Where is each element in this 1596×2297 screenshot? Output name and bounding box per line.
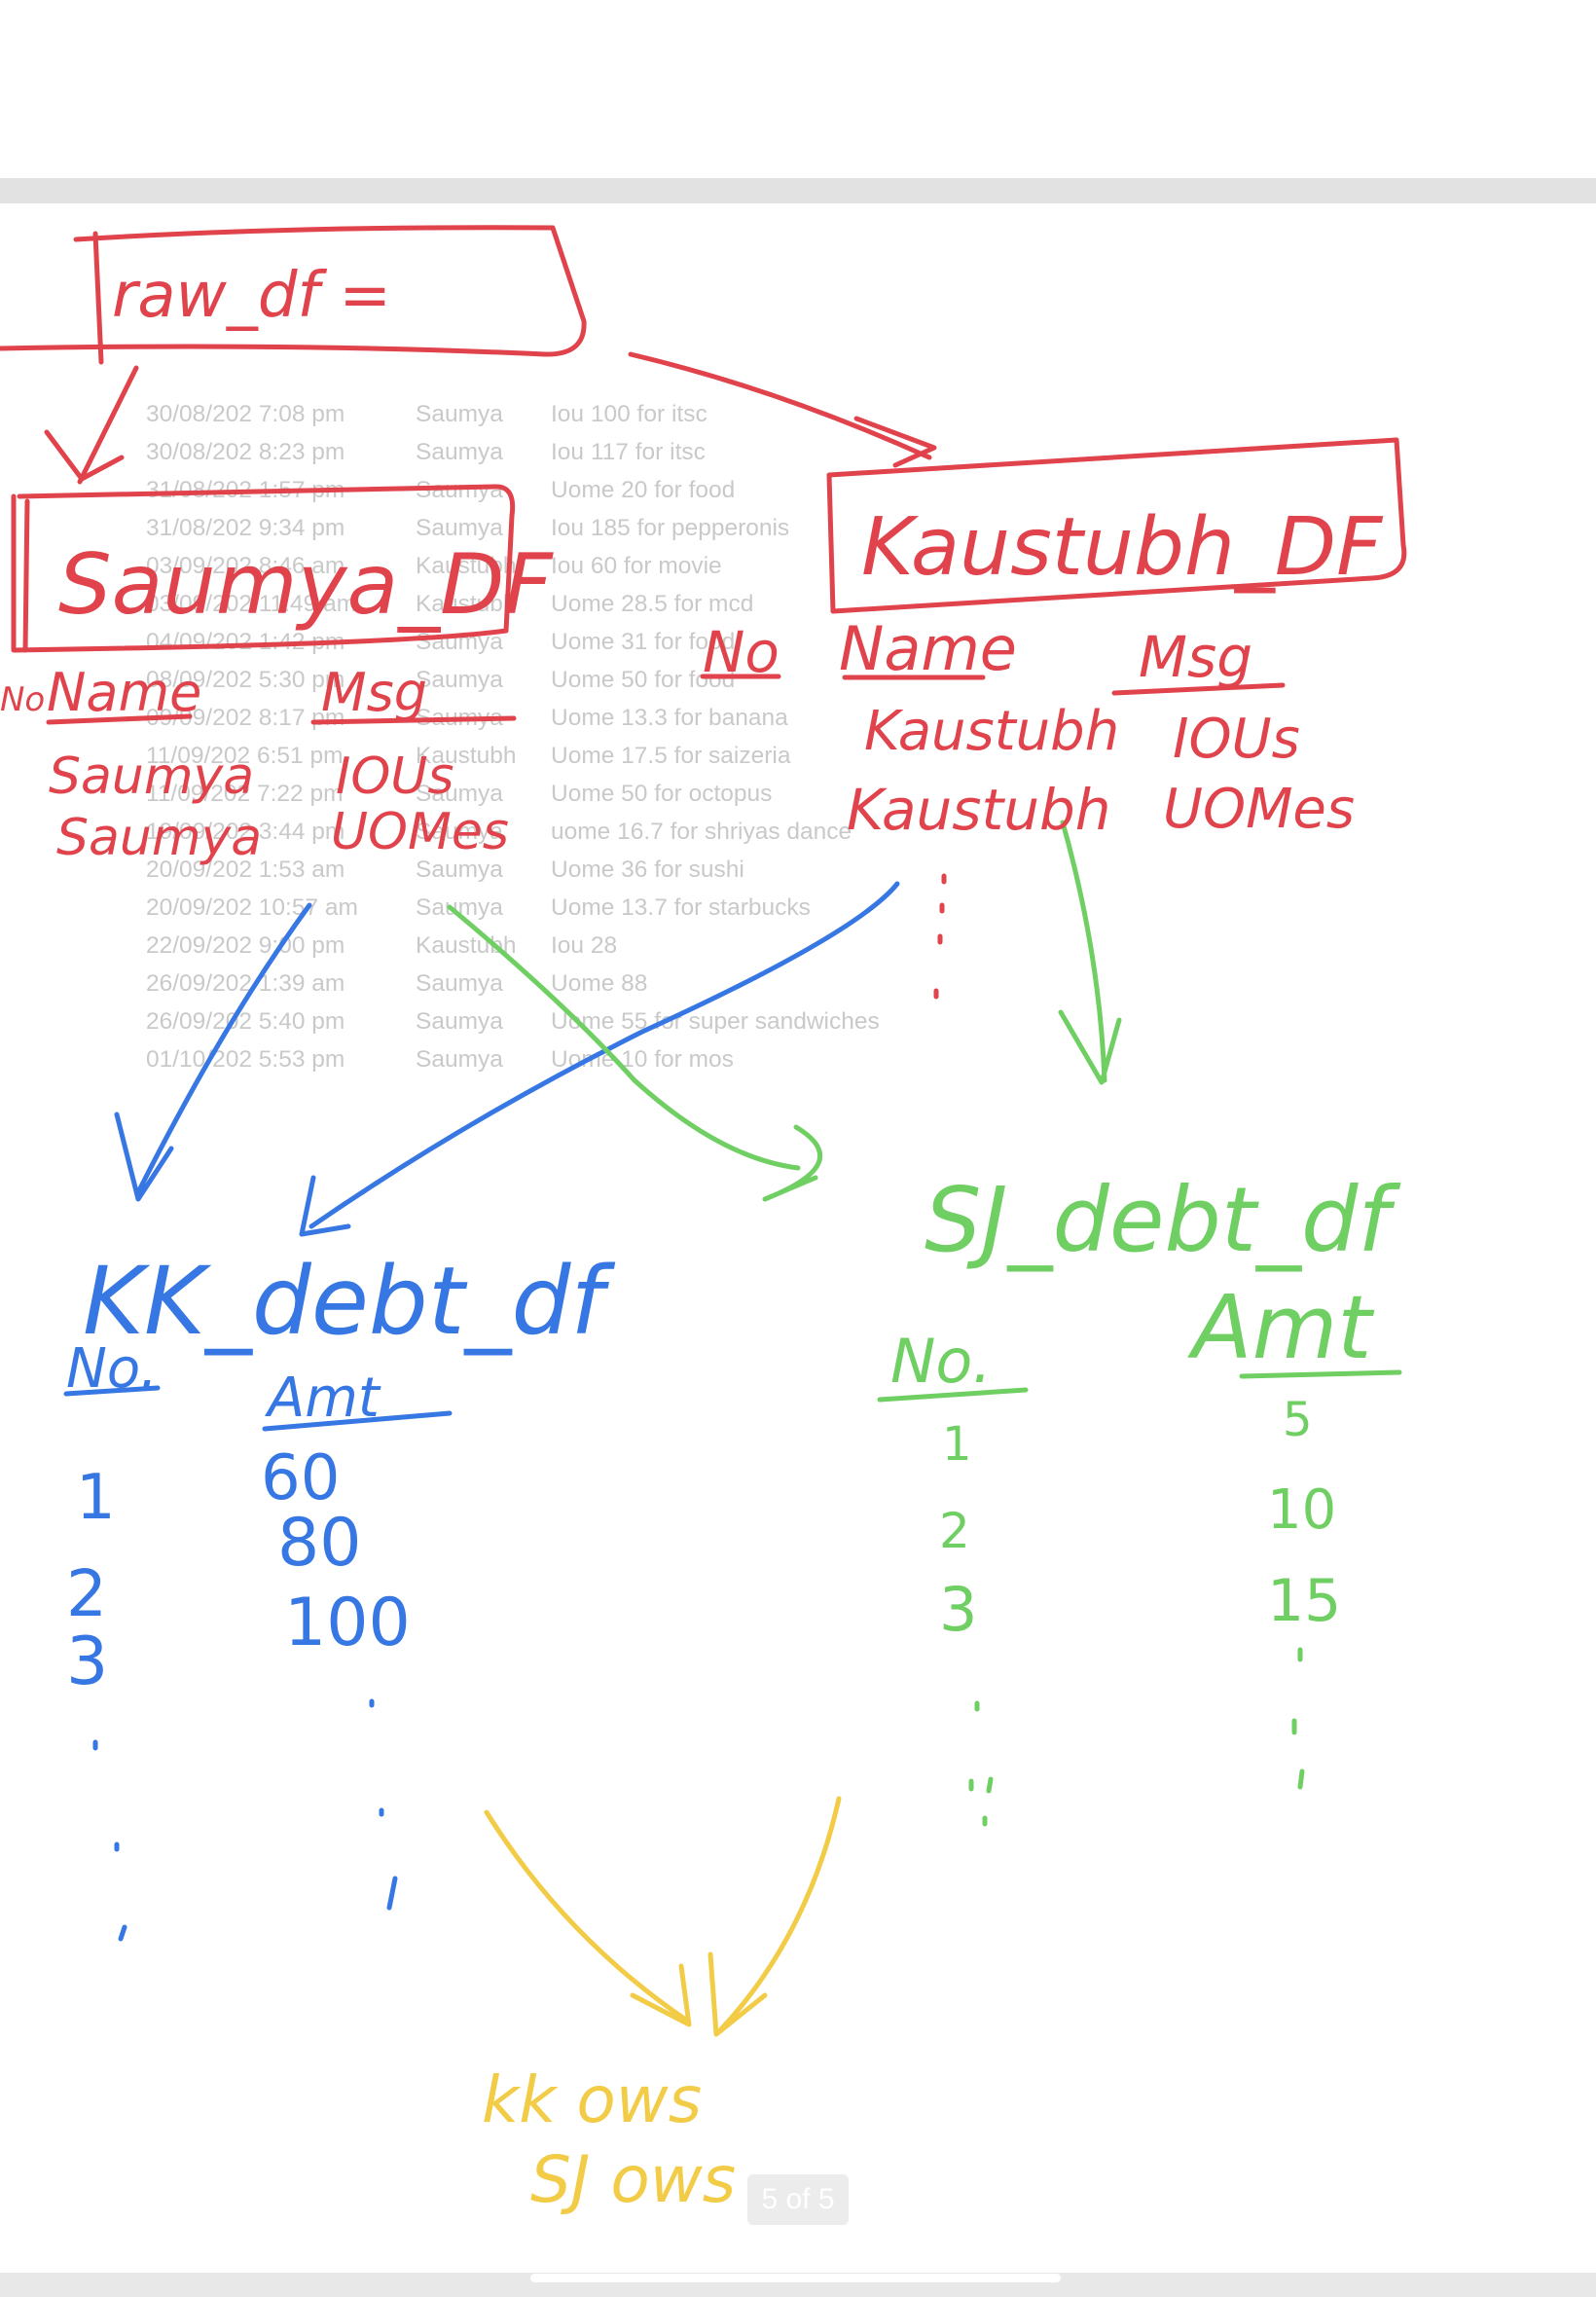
sj-debt-df-label: SJ_debt_df (925, 1168, 1400, 1272)
raw-df-box-left-bar (92, 231, 104, 365)
kaustubh-row2-msg: UOMes (1163, 778, 1355, 841)
kk-dots (92, 1698, 398, 1942)
sj-row3-no: 3 (939, 1574, 977, 1645)
saumya-row2-msg: UOMes (331, 803, 509, 861)
arrow-kaustubh-to-sj (1058, 820, 1122, 1085)
arrow-to-kaustubh-df (628, 351, 937, 468)
home-indicator[interactable] (530, 2274, 1061, 2282)
page-indicator-badge: 5 of 5 (747, 2174, 849, 2225)
sj-row1-amt: 5 (1283, 1393, 1313, 1447)
kk-row1-amt: 60 (261, 1442, 340, 1514)
kk-no-header: No. (66, 1337, 158, 1401)
sj-row1-no: 1 (942, 1417, 972, 1472)
kaustubh-df-label: Kaustubh_DF (861, 501, 1384, 594)
arrow-saumya-to-kk (114, 902, 312, 1202)
saumya-df-label: Saumya_DF (58, 536, 554, 634)
saumya-no-header: No (0, 680, 45, 719)
kaustubh-msg-header: Msg (1139, 624, 1252, 690)
sj-dots (968, 1647, 1305, 1827)
arrow-saumya-to-sj (447, 904, 823, 1202)
kk-row3-no: 3 (66, 1623, 108, 1700)
kaustubh-no-header: No (703, 619, 780, 685)
kk-debt-df-label: KK_debt_df (83, 1247, 615, 1356)
arrow-sj-to-result (707, 1796, 842, 2037)
arrow-to-saumya-df (44, 365, 139, 485)
kk-row2-amt: 80 (277, 1505, 362, 1582)
saumya-df-box-bar (22, 498, 30, 653)
kaustubh-row1-msg: IOUs (1173, 708, 1300, 771)
handwritten-annotations: raw_df = Saumya_DF No Name Msg Saumya IO… (0, 225, 1407, 2217)
sj-row2-amt: 10 (1267, 1478, 1336, 1542)
saumya-msg-header: Msg (321, 662, 427, 723)
saumya-row2-name: Saumya (56, 809, 262, 867)
raw-df-label: raw_df = (112, 260, 391, 332)
saumya-row1-name: Saumya (49, 747, 254, 806)
kaustubh-name-header: Name (839, 613, 1017, 684)
result-line-kk-ows: kk ows (482, 2062, 702, 2137)
kk-row2-no: 2 (66, 1556, 107, 1631)
kk-row1-no: 1 (76, 1462, 116, 1534)
saumya-name-header: Name (47, 662, 201, 723)
result-line-sj-ows: SJ ows (530, 2142, 736, 2217)
kk-row3-amt: 100 (284, 1585, 411, 1661)
arrow-kk-to-result (484, 1809, 692, 2027)
sj-amt-header: Amt (1187, 1277, 1375, 1379)
saumya-row1-msg: IOUs (336, 747, 453, 806)
kaustubh-row1-name: Kaustubh (864, 700, 1119, 763)
kk-amt-header: Amt (265, 1367, 381, 1430)
sj-row2-no: 2 (939, 1503, 970, 1559)
kaustubh-dots (933, 873, 947, 1000)
whiteboard-page: 30/08/202 7:08 pm Saumya Iou 100 for itsc 3… (0, 0, 1596, 2297)
sj-row3-amt: 15 (1267, 1567, 1341, 1635)
kaustubh-row2-name: Kaustubh (847, 777, 1111, 843)
sj-no-header: No. (890, 1326, 992, 1397)
